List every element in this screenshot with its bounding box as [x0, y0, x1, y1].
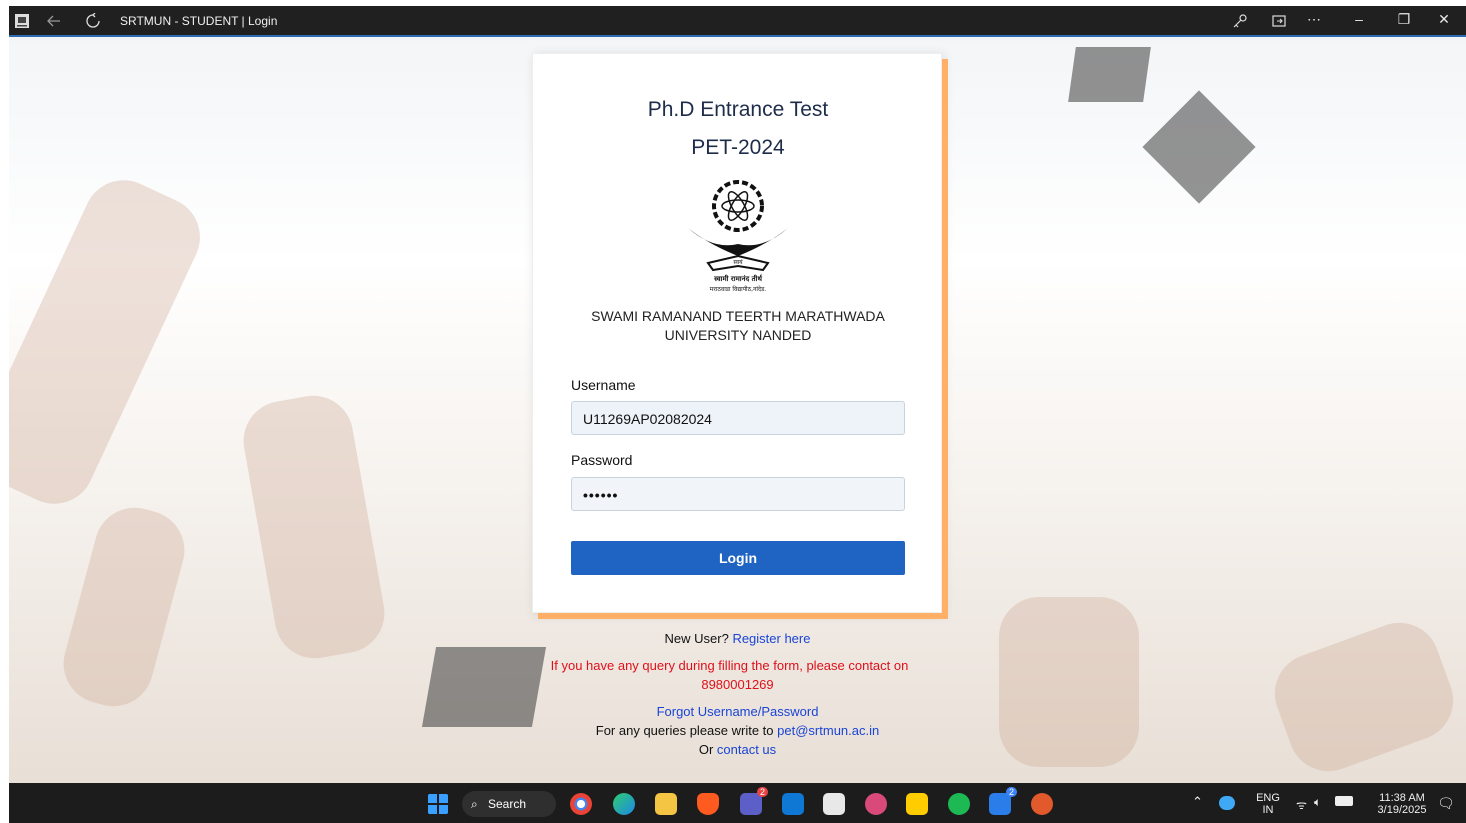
screen-share-icon[interactable] — [1271, 13, 1287, 29]
exam-code-title: PET-2024 — [691, 136, 785, 159]
search-label: Search — [488, 797, 527, 811]
file-explorer-icon[interactable] — [655, 793, 677, 815]
close-icon[interactable]: ✕ — [1433, 11, 1455, 28]
background-hand-shape — [9, 167, 214, 517]
login-card: Ph.D Entrance Test PET-2024 स्वयं स्वामी… — [532, 53, 942, 613]
maximize-icon[interactable]: ❐ — [1393, 11, 1415, 28]
browser-app-icon[interactable] — [823, 793, 845, 815]
username-input[interactable]: U11269AP02082024 — [571, 401, 905, 435]
outlook-icon[interactable] — [782, 793, 804, 815]
key-icon[interactable] — [1232, 13, 1248, 29]
lang-line2: IN — [1262, 804, 1274, 816]
query-phone: 8980001269 — [701, 677, 774, 692]
brave-icon[interactable] — [697, 793, 719, 815]
app-badge: 2 — [1005, 787, 1017, 797]
browser-window: SRTMUN - STUDENT | Login ⋯ – ❐ ✕ Ph.D En… — [0, 0, 1466, 823]
email-prefix: For any queries please write to — [595, 723, 774, 738]
contact-line: Or contact us — [9, 742, 1466, 757]
university-logo: स्वयं स्वामी रामानंद तीर्थ मराठवाडा विद्… — [688, 180, 788, 293]
taskbar-search[interactable]: ⌕ Search — [462, 791, 556, 817]
background-hand-shape — [237, 389, 391, 665]
new-user-prefix: New User? — [664, 631, 729, 646]
login-button[interactable]: Login — [571, 541, 905, 575]
username-label: Username — [571, 377, 636, 393]
volume-icon[interactable]: 🔈︎ — [1314, 795, 1321, 810]
back-arrow-icon[interactable] — [46, 13, 62, 29]
or-prefix: Or — [698, 742, 714, 757]
page-content: Ph.D Entrance Test PET-2024 स्वयं स्वामी… — [9, 37, 1466, 783]
teams-icon[interactable]: 2 — [740, 787, 768, 815]
minimize-icon[interactable]: – — [1348, 11, 1370, 27]
university-name-line2: UNIVERSITY NANDED — [664, 327, 812, 343]
university-name-line1: SWAMI RAMANAND TEERTH MARATHWADA — [591, 308, 885, 324]
clock[interactable]: 11:38 AM 3/19/2025 — [1370, 792, 1434, 816]
chevron-up-icon[interactable]: ⌃ — [1192, 794, 1203, 810]
loom-icon[interactable]: 2 — [989, 787, 1017, 815]
refresh-icon[interactable] — [85, 13, 101, 29]
contact-us-link[interactable]: contact us — [717, 742, 776, 757]
language-indicator[interactable]: ENG IN — [1250, 792, 1286, 816]
graduation-cap-shape — [1068, 47, 1151, 102]
graduation-cap-shape — [1142, 90, 1256, 204]
password-input[interactable]: •••••• — [571, 477, 905, 511]
wifi-icon[interactable]: ᯤ — [1296, 796, 1307, 813]
onedrive-icon[interactable] — [1219, 796, 1235, 810]
clock-date: 3/19/2025 — [1377, 804, 1427, 816]
svg-text:स्वयं: स्वयं — [733, 259, 743, 266]
register-link[interactable]: Register here — [732, 631, 810, 646]
spotify-icon[interactable] — [948, 793, 970, 815]
window-title: SRTMUN - STUDENT | Login — [120, 14, 278, 28]
password-label: Password — [571, 452, 633, 468]
sticky-notes-icon[interactable] — [906, 793, 928, 815]
chrome-icon[interactable] — [570, 793, 592, 815]
svg-text:स्वामी रामानंद तीर्थ: स्वामी रामानंद तीर्थ — [713, 274, 763, 283]
query-contact-text: If you have any query during filling the… — [550, 658, 909, 673]
email-line: For any queries please write to pet@srtm… — [9, 723, 1466, 738]
windows-start-icon[interactable] — [427, 793, 449, 815]
battery-icon[interactable] — [1335, 796, 1353, 806]
lang-line1: ENG — [1256, 792, 1280, 804]
title-bar: SRTMUN - STUDENT | Login ⋯ – ❐ ✕ — [9, 6, 1466, 37]
teams-badge: 2 — [756, 787, 768, 797]
forgot-credentials-link[interactable]: Forgot Username/Password — [9, 704, 1466, 719]
svg-text:मराठवाडा विद्यापीठ,नांदेड.: मराठवाडा विद्यापीठ,नांदेड. — [710, 285, 767, 293]
app-cube-icon[interactable] — [865, 793, 887, 815]
app-icon — [15, 14, 29, 28]
email-link[interactable]: pet@srtmun.ac.in — [777, 723, 879, 738]
taskbar: ⌕ Search 2 2 ⌃ ENG IN ᯤ 🔈︎ 11:38 AM 3/19… — [9, 783, 1466, 823]
new-user-line: New User? Register here — [9, 631, 1466, 646]
search-icon: ⌕ — [471, 797, 478, 811]
notification-icon[interactable]: 🗨︎ — [1437, 795, 1455, 812]
more-icon[interactable]: ⋯ — [1303, 11, 1325, 28]
page-title: Ph.D Entrance Test — [647, 98, 829, 121]
edge-icon[interactable] — [613, 793, 635, 815]
clock-time: 11:38 AM — [1379, 792, 1425, 804]
powerpoint-icon[interactable] — [1031, 793, 1053, 815]
